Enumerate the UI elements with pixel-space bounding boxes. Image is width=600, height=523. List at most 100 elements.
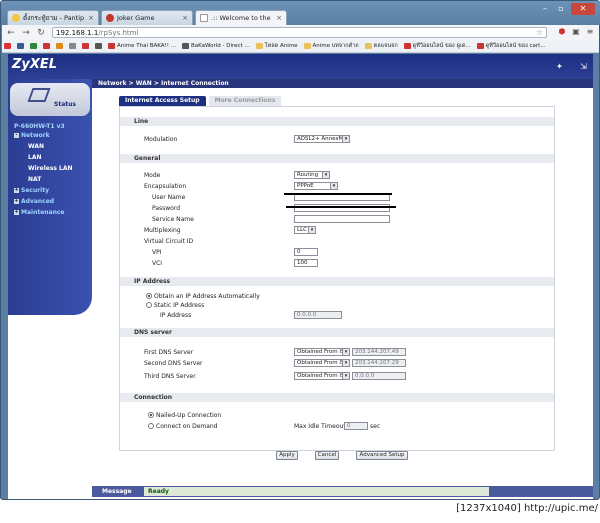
vpi-field[interactable]: 0 [294,248,318,256]
connect-on-demand-radio[interactable] [148,423,154,429]
image-caption: [1237x1040] http://upic.me/ [456,503,598,514]
sidebar-item-advanced[interactable]: + Advanced [14,196,90,207]
first-dns-mode-select[interactable]: Obtained From ISP ▾ [294,348,350,356]
obtain-auto-radio[interactable] [146,293,152,299]
wizard-icon[interactable]: ✦ [555,63,564,71]
sidebar-item-wireless-lan[interactable]: Wireless LAN [14,163,90,174]
bookmark-youtube[interactable] [4,43,15,49]
vci-label: VCI [152,260,163,267]
field-value: 0 [347,423,351,429]
select-value: ADSL2+ AnnexM [297,136,344,142]
sidebar-item-lan[interactable]: LAN [14,152,90,163]
bookmark-icon-1[interactable] [30,43,41,49]
back-icon[interactable]: ← [5,27,17,39]
bookmark-icon-6[interactable] [95,43,106,49]
bookmark-folder[interactable]: Anime บทจากคำถ [303,42,363,50]
encapsulation-select[interactable]: PPPoE ▾ [294,182,338,190]
youtube-icon [4,43,11,49]
close-icon[interactable]: × [182,14,188,22]
modulation-select[interactable]: ADSL2+ AnnexM ▾ [294,135,350,143]
bookmark-item[interactable]: BaKaWorld - Direct ... [181,43,254,49]
bookmark-item[interactable]: ดูทีวีออนไลน์ ของ cart... [476,42,550,50]
bookmark-folder[interactable]: ตลแจนจก [364,42,402,50]
second-dns-field[interactable]: 203.144.207.29 [352,359,406,367]
ip-address-field[interactable]: 0.0.0.0 [294,311,342,319]
third-dns-field[interactable]: 0.0.0.0 [352,372,406,380]
bookmarks-bar: Anime Thai BAKA!! ... BaKaWorld - Direct… [2,40,599,53]
window-close-button[interactable]: ✕ [571,3,595,15]
service-name-field[interactable] [294,215,390,223]
folder-icon [255,43,263,49]
status-button[interactable]: Status [10,83,90,116]
bookmark-item[interactable]: Anime Thai BAKA!! ... [108,43,180,49]
select-value: PPPoE [297,183,314,189]
field-value: 100 [297,260,308,266]
menu-icon[interactable]: ≡ [585,27,595,37]
obtain-auto-label: Obtain an IP Address Automatically [154,293,260,300]
logout-icon[interactable]: ⇲ [579,63,588,71]
static-ip-radio[interactable] [146,302,152,308]
bookmark-folder[interactable]: โหลด Anime [255,42,302,50]
adblock-icon[interactable]: ⬢ [557,27,567,37]
redaction-bar [286,206,396,208]
minimize-button[interactable]: – [537,3,553,15]
field-value: 0.0.0.0 [297,312,317,318]
close-icon[interactable]: × [88,14,94,22]
expand-icon: + [14,209,19,215]
bookmark-label: ดูทีวีออนไลน์ ของ cart... [485,43,546,49]
vci-field[interactable]: 100 [294,259,318,267]
joker-icon [106,14,114,22]
tab-strip: ตั้งกระทู้ถาม - Pantip × Joker Game × .:… [1,1,600,25]
sidebar-item-nat[interactable]: NAT [14,174,90,185]
router-header: ZyXEL ✦ ⇲ [8,54,593,79]
site-icon [95,43,102,49]
mode-label: Mode [144,172,161,179]
idle-timeout-field[interactable]: 0 [344,422,368,430]
address-bar[interactable]: 192.168.1.1/rpSys.html ☆ [52,27,547,38]
sidebar-item-security[interactable]: + Security [14,185,90,196]
site-icon [476,43,484,49]
nailed-up-radio[interactable] [148,412,154,418]
tab-label: Joker Game [117,14,155,22]
second-dns-mode-select[interactable]: Obtained From ISP ▾ [294,359,350,367]
multiplexing-select[interactable]: LLC ▾ [294,226,316,234]
site-icon [403,43,411,49]
tab-internet-access-setup[interactable]: Internet Access Setup [119,96,206,106]
mode-select[interactable]: Routing ▾ [294,171,330,179]
folder-icon [364,43,372,49]
site-icon [82,43,89,49]
tab-more-connections[interactable]: More Connections [208,96,282,106]
field-value: 0 [297,249,301,255]
bookmark-item[interactable]: ดูทีวีออนไลน์ ของ ดูเด... [403,42,475,50]
maximize-button[interactable]: ▫ [553,3,569,15]
bookmark-icon-5[interactable] [82,43,93,49]
section-ip-address: IP Address [120,277,554,286]
third-dns-mode-select[interactable]: Obtained From ISP ▾ [294,372,350,380]
third-dns-label: Third DNS Server [144,373,196,380]
sidebar-item-wan[interactable]: WAN [14,141,90,152]
bookmark-icon-3[interactable] [56,43,67,49]
reload-icon[interactable]: ↻ [35,27,47,39]
sidebar-item-maintenance[interactable]: + Maintenance [14,207,90,218]
apply-button[interactable]: Apply [276,451,298,460]
page-icon [200,14,208,22]
tab-welcome[interactable]: .:: Welcome to the Web-B × [195,10,287,25]
sidebar-item-network[interactable]: - Network [14,130,90,141]
cancel-button[interactable]: Cancel [315,451,339,460]
close-icon[interactable]: × [276,14,282,22]
star-icon[interactable]: ☆ [536,28,543,38]
bookmark-icon-2[interactable] [43,43,54,49]
chevron-down-icon: ▾ [342,136,349,142]
bookmark-facebook[interactable] [17,43,28,49]
select-value: Obtained From ISP [297,360,348,366]
first-dns-field[interactable]: 203.144.207.49 [352,348,406,356]
tab-pantip[interactable]: ตั้งกระทู้ถาม - Pantip × [7,10,99,25]
tab-joker-game[interactable]: Joker Game × [101,10,193,25]
forward-icon[interactable]: → [20,27,32,39]
extension-icon[interactable]: ▣ [571,27,581,37]
bookmark-icon-4[interactable] [69,43,80,49]
chevron-down-icon: ▾ [330,183,337,189]
advanced-setup-button[interactable]: Advanced Setup [356,451,408,460]
sidebar: Status P-660HW-T1 v3 - Network WAN LAN Wi… [8,79,92,315]
menu-label: Network [21,132,50,139]
